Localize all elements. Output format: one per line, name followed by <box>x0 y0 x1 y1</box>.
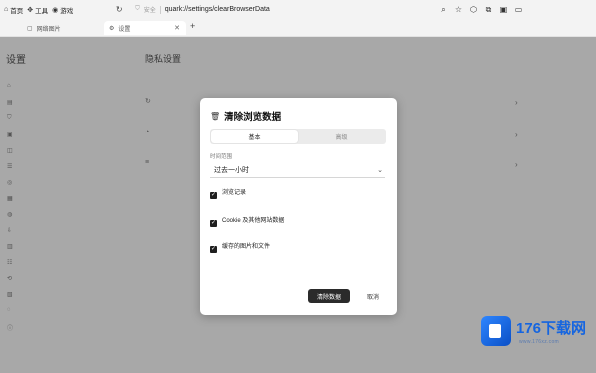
tab-settings-label: 设置 <box>118 26 131 33</box>
secure-label: 安全 <box>143 8 156 14</box>
watermark-domain: www.176xz.com <box>519 339 560 345</box>
address-divider <box>159 5 161 14</box>
watermark-brand: 176下载网 <box>516 320 587 337</box>
game-label: 游戏 <box>60 7 74 15</box>
window-icon[interactable]: ▣ <box>496 5 511 14</box>
shield-icon: ⛉ <box>135 6 140 12</box>
time-range-value: 过去一小时 <box>214 166 249 174</box>
dialog-header: 🗑 清除浏览数据 <box>210 109 282 124</box>
new-tab-icon[interactable]: + <box>190 21 195 31</box>
menu-icon[interactable]: ▭ <box>511 5 526 14</box>
gear-icon: ⚙ <box>109 25 115 32</box>
checkbox-checked-icon[interactable]: ✓ <box>210 246 217 253</box>
extensions-icon[interactable]: ⬡ <box>466 5 481 14</box>
tab-basic[interactable]: 基本 <box>211 130 298 143</box>
search-icon[interactable]: ⌕ <box>436 5 451 15</box>
tab-advanced[interactable]: 高级 <box>298 130 385 143</box>
option-title: 缓存的图片和文件 <box>222 244 271 250</box>
checkbox-checked-icon[interactable]: ✓ <box>210 192 217 199</box>
tab-settings[interactable]: ⚙ 设置 ✕ <box>104 21 186 35</box>
watermark-logo: 176下载网 www.176xz.com <box>479 312 589 356</box>
tools-icon: ✥ <box>27 6 34 14</box>
home-icon: ⌂ <box>4 6 9 13</box>
tab-images-label: 网络图片 <box>36 26 61 33</box>
time-range-label: 时间范围 <box>210 154 233 160</box>
address-url: quark://settings/clearBrowserData <box>164 6 270 13</box>
tools-button[interactable]: ✥ 工具 <box>27 0 48 19</box>
brand-logo-icon <box>481 316 511 346</box>
option-title: Cookie 及其他网站数据 <box>222 218 285 224</box>
tools-label: 工具 <box>35 7 49 15</box>
navigation-controls: ↻ ⛉ 安全 quark://settings/clearBrowserData <box>113 3 406 16</box>
refresh-icon[interactable]: ↻ <box>113 5 125 14</box>
checkbox-checked-icon[interactable]: ✓ <box>210 220 217 227</box>
image-icon: ▢ <box>27 25 33 32</box>
toolbar-right-icons: ⌕ ☆ ⬡ ⧉ ▣ ▭ <box>436 0 526 19</box>
game-icon: ◉ <box>52 6 59 14</box>
tabs-icon[interactable]: ⧉ <box>481 5 496 15</box>
mode-toggle: 基本 高级 <box>210 129 386 144</box>
close-icon[interactable]: ✕ <box>174 24 180 32</box>
trash-icon: 🗑 <box>210 111 221 121</box>
browser-toolbar: ⌂ 首页 ✥ 工具 ◉ 游戏 ↻ ⛉ 安全 quark://settings/c… <box>0 0 596 19</box>
tab-strip: ▢ 网络图片 ⚙ 设置 ✕ + <box>0 19 596 37</box>
address-bar[interactable]: ⛉ 安全 quark://settings/clearBrowserData <box>131 3 406 16</box>
home-button[interactable]: ⌂ 首页 <box>4 0 23 19</box>
chevron-down-icon: ⌄ <box>377 166 383 174</box>
home-label: 首页 <box>10 7 24 15</box>
star-icon[interactable]: ☆ <box>451 5 466 14</box>
clear-browsing-data-dialog: 🗑 清除浏览数据 基本 高级 时间范围 过去一小时 ⌄ ✓ 浏览记录 ✓ Coo… <box>200 98 397 315</box>
time-range-select[interactable]: 过去一小时 ⌄ <box>210 162 385 178</box>
option-title: 浏览记录 <box>222 190 247 196</box>
dialog-title: 清除浏览数据 <box>224 112 282 123</box>
clear-data-button[interactable]: 清除数据 <box>308 289 350 303</box>
cancel-button[interactable]: 取消 <box>358 289 388 303</box>
game-button[interactable]: ◉ 游戏 <box>52 0 73 19</box>
tab-images[interactable]: ▢ 网络图片 <box>22 21 104 35</box>
